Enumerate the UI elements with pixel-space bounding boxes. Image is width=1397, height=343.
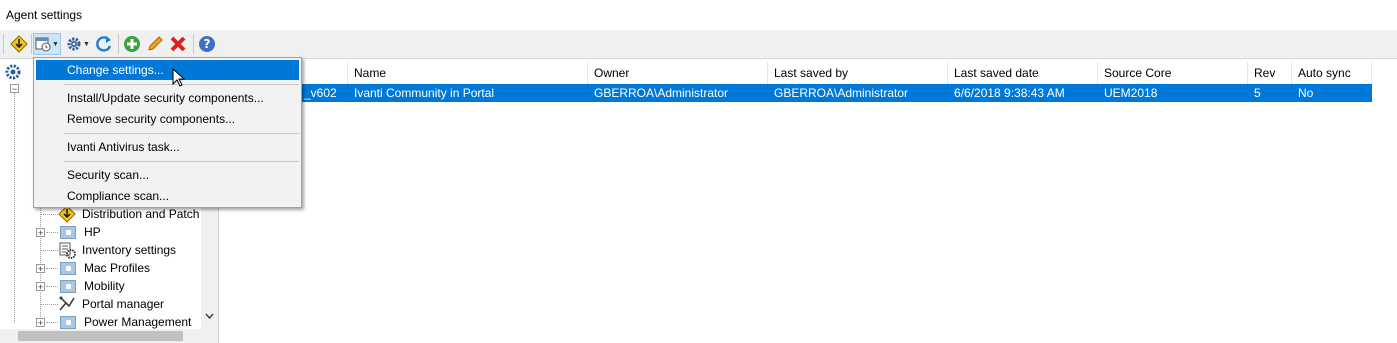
- menu-item-security-scan[interactable]: Security scan...: [36, 165, 299, 185]
- help-icon: ?: [199, 36, 215, 52]
- help-button[interactable]: ?: [197, 33, 217, 55]
- menu-separator: [64, 133, 299, 134]
- chevron-down-icon: ▼: [52, 40, 59, 48]
- folder-icon: [60, 225, 76, 239]
- cell-id: _v602: [304, 86, 337, 100]
- delete-button[interactable]: [168, 33, 188, 55]
- column-header-name[interactable]: Name: [348, 62, 588, 84]
- tree-item-inventory-settings[interactable]: Inventory settings: [58, 241, 176, 259]
- tree-item-label: Power Management: [84, 315, 192, 329]
- menu-item-ivanti-antivirus-task[interactable]: Ivanti Antivirus task...: [36, 137, 299, 157]
- column-header-owner[interactable]: Owner: [588, 62, 768, 84]
- folder-icon: [60, 261, 76, 275]
- cell-auto-sync: No: [1298, 86, 1314, 100]
- portal-manager-icon: [59, 296, 75, 311]
- agent-settings-root-icon: [5, 64, 21, 80]
- tree-item-hp[interactable]: HP: [60, 223, 101, 241]
- horizontal-scroll-thumb[interactable]: [18, 331, 183, 341]
- cell-last-saved-by: GBERROA\Administrator: [774, 86, 909, 100]
- expand-icon[interactable]: +: [36, 264, 45, 274]
- column-header-source-core[interactable]: Source Core: [1098, 62, 1248, 84]
- add-icon: [124, 36, 140, 52]
- tree-item-portal-manager[interactable]: Portal manager: [58, 295, 164, 313]
- menu-item-remove-security-components[interactable]: Remove security components...: [36, 109, 299, 129]
- download-warning-icon: [10, 35, 28, 53]
- download-warning-button[interactable]: [9, 33, 29, 55]
- table-row[interactable]: _v602 Ivanti Community in Portal GBERROA…: [222, 84, 1372, 102]
- column-header-auto-sync[interactable]: Auto sync: [1292, 62, 1372, 84]
- window-title-bar: Agent settings: [0, 0, 1397, 30]
- expand-icon[interactable]: +: [36, 282, 45, 292]
- add-button[interactable]: [122, 33, 142, 55]
- cell-name: Ivanti Community in Portal: [354, 86, 495, 100]
- edit-icon: [148, 36, 163, 51]
- schedule-task-icon: [35, 37, 51, 52]
- column-header-last-saved-by[interactable]: Last saved by: [768, 62, 948, 84]
- expand-icon[interactable]: +: [36, 228, 45, 238]
- tree-item-label: Portal manager: [82, 297, 165, 311]
- collapse-icon[interactable]: −: [10, 84, 19, 94]
- cell-owner: GBERROA\Administrator: [594, 86, 729, 100]
- cell-source-core: UEM2018: [1104, 86, 1158, 100]
- refresh-icon: [96, 36, 112, 52]
- mouse-cursor-icon: [172, 68, 186, 87]
- cell-last-saved-date: 6/6/2018 9:38:43 AM: [954, 86, 1065, 100]
- delete-icon: [170, 36, 186, 52]
- column-header-rev[interactable]: Rev: [1248, 62, 1292, 84]
- cell-rev: 5: [1254, 86, 1261, 100]
- settings-grid: Name Owner Last saved by Last saved date…: [222, 59, 1397, 343]
- tree-horizontal-scrollbar[interactable]: [0, 329, 218, 343]
- tree-item-mac-profiles[interactable]: Mac Profiles: [60, 259, 150, 277]
- grid-header: Name Owner Last saved by Last saved date…: [222, 62, 1372, 85]
- svg-text:?: ?: [204, 37, 211, 51]
- window-title: Agent settings: [6, 8, 83, 22]
- schedule-task-button[interactable]: ▼: [33, 33, 61, 55]
- edit-button[interactable]: [145, 33, 165, 55]
- context-menu: Change settings... Install/Update securi…: [33, 57, 302, 208]
- column-header-last-saved-date[interactable]: Last saved date: [948, 62, 1098, 84]
- inventory-icon: [59, 242, 76, 259]
- toolbar: ▼ ▼ ?: [0, 30, 1397, 59]
- scroll-down-icon[interactable]: [205, 313, 214, 319]
- refresh-button[interactable]: [94, 33, 114, 55]
- toolbar-grip: [3, 34, 4, 54]
- tree-item-label: Inventory settings: [82, 243, 177, 257]
- tree-item-label: HP: [84, 225, 101, 239]
- folder-icon: [60, 315, 76, 329]
- tree-item-label: Mobility: [84, 279, 125, 293]
- expand-icon[interactable]: +: [36, 318, 45, 328]
- folder-icon: [60, 279, 76, 293]
- menu-item-install-update-security-components[interactable]: Install/Update security components...: [36, 88, 299, 108]
- menu-item-change-settings[interactable]: Change settings...: [36, 60, 299, 80]
- tree-item-label: Distribution and Patch: [82, 207, 200, 221]
- tree-item-label: Mac Profiles: [84, 261, 151, 275]
- chevron-down-icon: ▼: [83, 40, 90, 48]
- tree-item-mobility[interactable]: Mobility: [60, 277, 125, 295]
- menu-separator: [64, 161, 299, 162]
- menu-item-compliance-scan[interactable]: Compliance scan...: [36, 186, 299, 206]
- gear-icon: [67, 37, 81, 51]
- gear-button[interactable]: ▼: [64, 33, 92, 55]
